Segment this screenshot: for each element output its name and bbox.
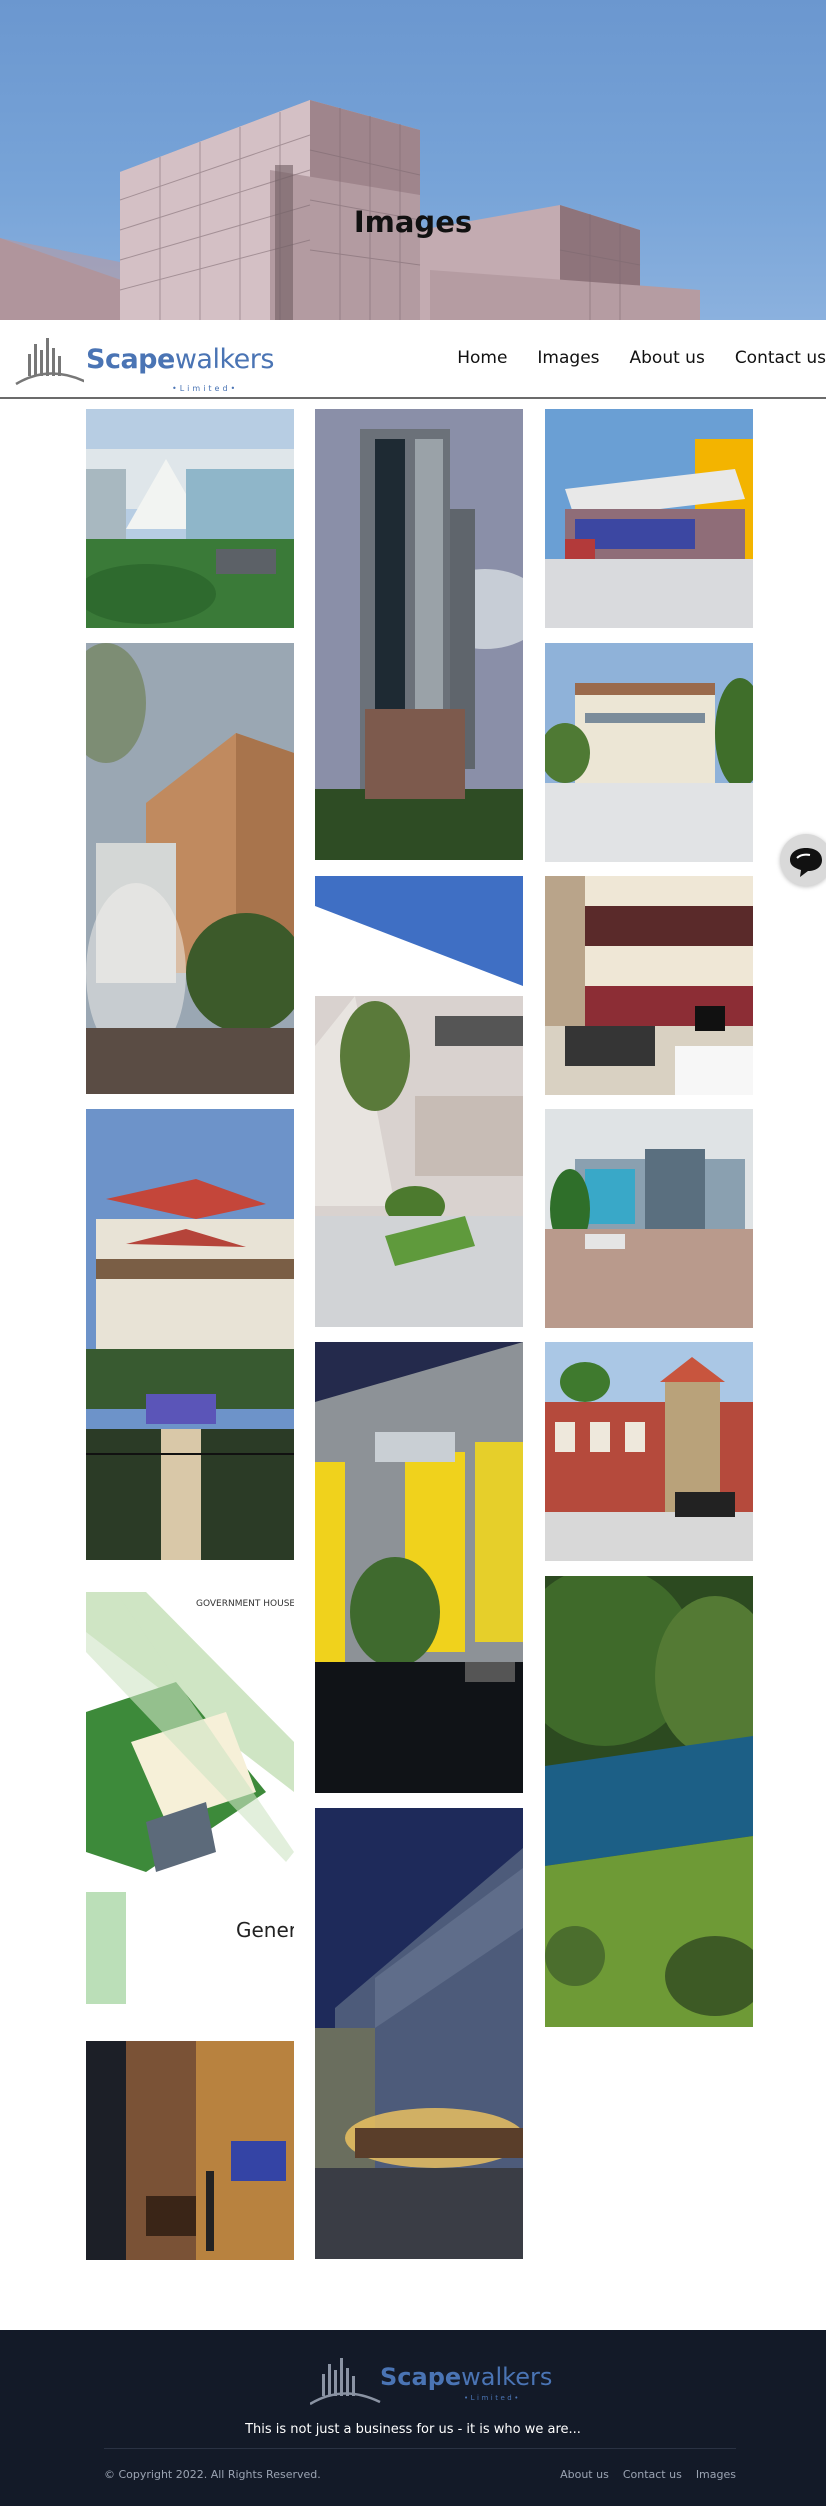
gallery-image-corner-building[interactable]	[86, 643, 294, 1094]
footer-logo[interactable]: Scapewalkers •Limited•	[310, 2352, 560, 2412]
site-plan-label-top: GOVERNMENT HOUSE	[196, 1599, 294, 1609]
chat-widget-button[interactable]	[780, 834, 826, 886]
gallery-image-courtyard-building[interactable]	[315, 876, 523, 1327]
site-header: Scapewalkers •Limited• Home Images About…	[0, 320, 826, 399]
gallery-image-canopy-building[interactable]	[545, 409, 753, 628]
gallery-image-townhouses[interactable]	[545, 643, 753, 862]
nav-contact-us[interactable]: Contact us	[735, 348, 826, 368]
gallery-image-kitchen-interior[interactable]	[545, 876, 753, 1095]
footer-link-contact-us[interactable]: Contact us	[623, 2468, 682, 2481]
main-nav: Home Images About us Contact us	[427, 348, 826, 368]
gallery-image-tower[interactable]	[315, 409, 523, 860]
gallery-image-villa[interactable]	[86, 1109, 294, 1560]
nav-images[interactable]: Images	[537, 348, 599, 368]
site-footer: Scapewalkers •Limited• This is not just …	[0, 2330, 826, 2506]
brand-name: Scapewalkers	[86, 344, 274, 375]
nav-about-us[interactable]: About us	[630, 348, 705, 368]
brand-tagline: •Limited•	[172, 384, 239, 393]
footer-tagline: This is not just a business for us - it …	[245, 2422, 581, 2437]
logo-bars-icon	[15, 338, 87, 386]
footer-link-images[interactable]: Images	[696, 2468, 736, 2481]
gallery-image-night-facade[interactable]	[315, 1342, 523, 1793]
gallery-image-colonial-house[interactable]	[545, 1342, 753, 1561]
hero-banner: Images	[0, 0, 826, 320]
footer-nav: About us Contact us Images	[546, 2468, 736, 2481]
site-plan-label-side: Genera	[236, 1918, 294, 1942]
gallery-image-living-room[interactable]	[86, 2041, 294, 2260]
chat-bubble-icon	[790, 848, 822, 877]
footer-link-about-us[interactable]: About us	[560, 2468, 609, 2481]
copyright-text: © Copyright 2022. All Rights Reserved.	[104, 2468, 321, 2481]
hero-building-image	[0, 100, 700, 320]
svg-text:Scapewalkers: Scapewalkers	[380, 2363, 552, 2391]
footer-brand-tagline: •Limited•	[464, 2394, 521, 2402]
gallery-image-modern-building[interactable]	[86, 409, 294, 628]
gallery-image-office-campus[interactable]	[545, 1109, 753, 1328]
gallery-image-hotel-night[interactable]	[315, 1808, 523, 2259]
gallery-image-site-plan[interactable]: GOVERNMENT HOUSE Genera	[86, 1592, 294, 2004]
logo[interactable]: Scapewalkers •Limited•	[14, 332, 274, 393]
footer-divider	[104, 2448, 736, 2449]
page-title: Images	[353, 205, 473, 239]
gallery-image-lake-aerial[interactable]	[545, 1576, 753, 2027]
nav-home[interactable]: Home	[457, 348, 507, 368]
